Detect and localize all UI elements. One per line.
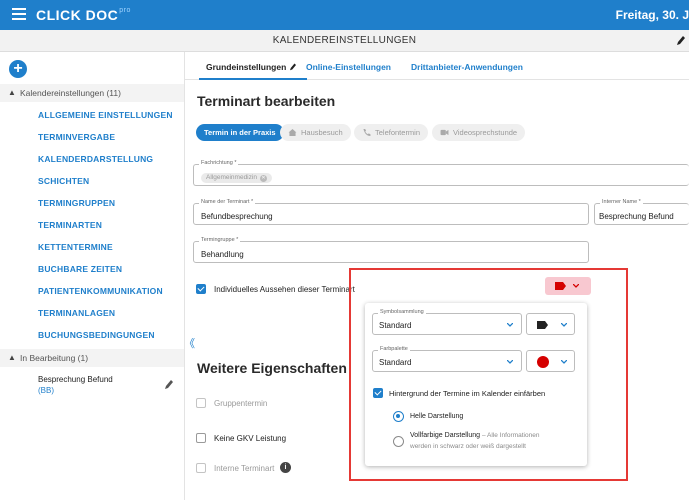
symbol-picker-button[interactable] [526, 313, 575, 335]
keine-gkv-checkbox[interactable] [196, 433, 206, 443]
color-palette-select[interactable]: Farbpalette Standard [372, 346, 522, 372]
chevron-down-icon [561, 360, 567, 364]
group-in-bearbeitung[interactable]: ▲ In Bearbeitung (1) [0, 349, 184, 367]
color-picker-button[interactable] [526, 350, 575, 372]
sidebar-item-allgemeine-einstellungen[interactable]: ALLGEMEINE EINSTELLUNGEN [38, 110, 173, 120]
tab-label: Grundeinstellungen [206, 62, 287, 72]
termingruppe-field[interactable]: Termingruppe * Behandlung [193, 237, 589, 263]
type-hausbesuch[interactable]: Hausbesuch [280, 124, 351, 141]
appearance-panel: Symbolsammlung Standard Farbpalette Stan… [365, 303, 587, 466]
settings-tabs: Grundeinstellungen Online-Einstellungen … [185, 52, 689, 80]
field-value: Befundbesprechung [201, 212, 273, 221]
tab-grundeinstellungen[interactable]: Grundeinstellungen [206, 62, 297, 72]
keine-gkv-label: Keine GKV Leistung [214, 434, 287, 443]
background-color-label: Hintergrund der Termine im Kalender einf… [389, 389, 546, 398]
internal-name-field[interactable]: Interner Name * Besprechung Befund [594, 199, 689, 225]
chevron-down-icon [561, 323, 567, 327]
page-title: KALENDEREINSTELLUNGEN [272, 35, 417, 46]
light-mode-radio[interactable] [393, 411, 404, 422]
video-camera-icon [440, 129, 449, 136]
light-mode-label: Helle Darstellung [410, 413, 464, 420]
field-label: Name der Terminart * [199, 199, 256, 205]
gruppentermin-label: Gruppentermin [214, 399, 268, 408]
symbol-collection-select[interactable]: Symbolsammlung Standard [372, 309, 522, 335]
current-date: Freitag, 30. J [615, 8, 689, 22]
sidebar-item-termingruppen[interactable]: TERMINGRUPPEN [38, 198, 115, 208]
editing-item[interactable]: Besprechung Befund (BB) [0, 369, 184, 401]
type-termin-in-der-praxis[interactable]: Termin in der Praxis [196, 124, 284, 141]
sidebar-item-buchungsbedingungen[interactable]: BUCHUNGSBEDINGUNGEN [38, 330, 155, 340]
chevron-down-icon [507, 323, 513, 327]
logo-sup: pro [119, 7, 131, 14]
sidebar-item-kettentermine[interactable]: KETTENTERMINE [38, 242, 113, 252]
chip-label: Hausbesuch [301, 128, 343, 137]
remove-tag-icon[interactable]: ✕ [259, 175, 267, 182]
active-tab-indicator [199, 78, 307, 80]
top-bar: CLICK DOCpro Freitag, 30. J [0, 0, 689, 30]
tab-online-einstellungen[interactable]: Online-Einstellungen [306, 62, 391, 72]
sidebar-item-schichten[interactable]: SCHICHTEN [38, 176, 89, 186]
field-label: Symbolsammlung [378, 309, 426, 315]
full-color-note: – Alle Informationen [482, 432, 540, 439]
logo-text: CLICK DOC [36, 7, 119, 23]
pencil-icon[interactable] [164, 378, 174, 390]
full-color-radio[interactable] [393, 436, 404, 447]
field-label: Farbpalette [378, 346, 410, 352]
gruppentermin-checkbox[interactable] [196, 398, 206, 408]
sidebar-item-kalenderdarstellung[interactable]: KALENDERDARSTELLUNG [38, 154, 153, 164]
collapse-sidebar-handle[interactable]: 《 [184, 335, 195, 351]
sidebar: + ▲ Kalendereinstellungen (11) ALLGEMEIN… [0, 52, 185, 500]
field-value: Besprechung Befund [599, 212, 674, 221]
menu-icon[interactable] [12, 8, 26, 20]
full-color-label: Vollfarbige Darstellung – Alle Informati… [410, 432, 539, 439]
interne-terminart-label: Interne Terminart [214, 464, 275, 473]
sidebar-item-buchbare-zeiten[interactable]: BUCHBARE ZEITEN [38, 264, 122, 274]
sidebar-item-terminvergabe[interactable]: TERMINVERGABE [38, 132, 115, 142]
form-title: Terminart bearbeiten [197, 93, 336, 109]
chip-label: Videosprechstunde [453, 128, 518, 137]
add-button[interactable]: + [9, 60, 27, 78]
field-label: Interner Name * [600, 199, 643, 205]
editing-item-name: Besprechung Befund [38, 375, 113, 384]
info-icon[interactable]: i [280, 462, 291, 473]
chevron-up-icon: ▲ [8, 88, 16, 97]
group-kalendereinstellungen[interactable]: ▲ Kalendereinstellungen (11) [0, 84, 184, 102]
field-value: Standard [379, 321, 412, 330]
chevron-up-icon: ▲ [8, 353, 16, 362]
specialty-field[interactable]: Fachrichtung * Allgemeinmedizin ✕ [193, 160, 689, 186]
full-color-title: Vollfarbige Darstellung [410, 432, 481, 439]
interne-terminart-checkbox[interactable] [196, 463, 206, 473]
group-label: In Bearbeitung (1) [20, 353, 89, 363]
field-value: Behandlung [201, 250, 244, 259]
pencil-icon [289, 63, 296, 71]
type-telefontermin[interactable]: Telefontermin [354, 124, 429, 141]
field-label: Termingruppe * [199, 237, 241, 243]
individual-look-label: Individuelles Aussehen dieser Terminart [214, 285, 355, 294]
sidebar-item-terminanlagen[interactable]: TERMINANLAGEN [38, 308, 115, 318]
full-color-note-line2: werden in schwarz oder weiß dargestellt [410, 443, 526, 450]
field-label: Fachrichtung * [199, 160, 239, 166]
chip-label: Telefontermin [375, 128, 421, 137]
individual-look-checkbox[interactable] [196, 284, 206, 294]
subheader: KALENDEREINSTELLUNGEN [0, 30, 689, 52]
editing-item-code: (BB) [38, 386, 54, 395]
further-properties-title: Weitere Eigenschaften [197, 360, 347, 376]
name-field[interactable]: Name der Terminart * Befundbesprechung [193, 199, 589, 225]
field-value: Standard [379, 358, 412, 367]
color-swatch [537, 356, 549, 368]
specialty-tag: Allgemeinmedizin ✕ [201, 173, 272, 183]
phone-icon [363, 129, 371, 136]
sidebar-item-patientenkommunikation[interactable]: PATIENTENKOMMUNIKATION [38, 286, 163, 296]
background-color-checkbox[interactable] [373, 388, 383, 398]
tag-label: Allgemeinmedizin [206, 174, 257, 181]
pencil-icon[interactable] [676, 34, 686, 46]
house-icon [288, 129, 297, 136]
group-label: Kalendereinstellungen (11) [20, 88, 121, 98]
app-logo[interactable]: CLICK DOCpro [36, 7, 131, 23]
chevron-down-icon [507, 360, 513, 364]
tag-icon [537, 321, 548, 329]
type-videosprechstunde[interactable]: Videosprechstunde [432, 124, 526, 141]
tab-drittanbieter-anwendungen[interactable]: Drittanbieter-Anwendungen [411, 62, 523, 72]
sidebar-item-terminarten[interactable]: TERMINARTEN [38, 220, 102, 230]
